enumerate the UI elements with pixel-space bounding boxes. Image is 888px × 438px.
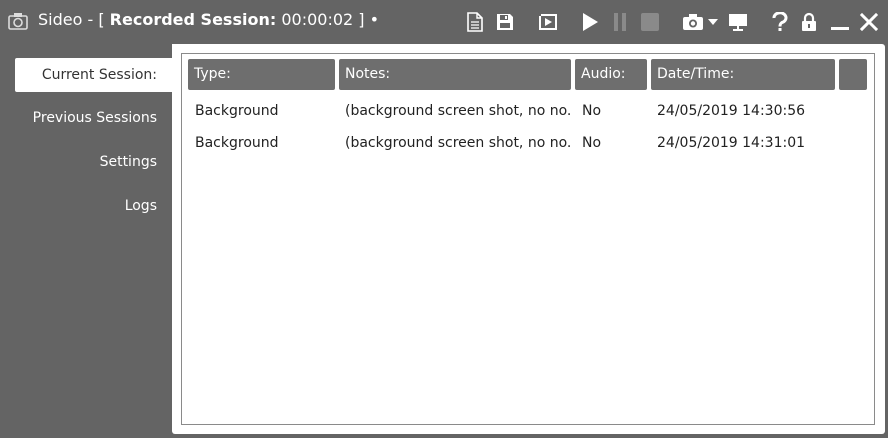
column-header-audio[interactable]: Audio: <box>575 59 647 90</box>
monitor-icon[interactable] <box>727 10 749 34</box>
session-table: Type: Notes: Audio: Date/Time: Backgroun… <box>181 53 875 425</box>
column-header-notes[interactable]: Notes: <box>339 59 571 90</box>
column-header-extra[interactable] <box>839 59 867 90</box>
sidebar-item-logs[interactable]: Logs <box>15 189 172 223</box>
table-row[interactable]: Background (background screen shot, no n… <box>182 127 874 159</box>
dropdown-arrow-icon[interactable] <box>707 10 719 34</box>
cell-datetime: 24/05/2019 14:30:56 <box>657 103 806 119</box>
snapshot-camera-icon[interactable] <box>682 10 704 34</box>
window-title: Sideo - [ Recorded Session: 00:00:02 ] • <box>38 10 379 29</box>
column-header-datetime[interactable]: Date/Time: <box>651 59 835 90</box>
table-row[interactable]: Background (background screen shot, no n… <box>182 95 874 127</box>
video-icon[interactable] <box>537 10 559 34</box>
cell-audio: No <box>582 103 602 119</box>
help-icon[interactable] <box>770 10 790 34</box>
cell-audio: No <box>582 135 602 151</box>
play-icon[interactable] <box>580 10 600 34</box>
app-name: Sideo - [ <box>38 10 105 29</box>
pause-icon[interactable] <box>611 10 629 34</box>
column-header-type[interactable]: Type: <box>188 59 335 90</box>
stop-icon[interactable] <box>639 10 661 34</box>
sidebar: Current Session: Previous Sessions Setti… <box>0 44 172 438</box>
close-icon[interactable] <box>858 10 880 34</box>
cell-datetime: 24/05/2019 14:31:01 <box>657 135 806 151</box>
new-document-icon[interactable] <box>465 10 485 34</box>
cell-type: Background <box>195 135 279 151</box>
sidebar-item-current-session[interactable]: Current Session: <box>15 58 172 92</box>
camera-app-icon <box>8 11 28 31</box>
sidebar-item-previous-sessions[interactable]: Previous Sessions <box>15 101 172 135</box>
minimize-icon[interactable] <box>829 10 851 34</box>
lock-icon[interactable] <box>799 10 819 34</box>
title-suffix: ] • <box>358 10 380 29</box>
session-panel: Type: Notes: Audio: Date/Time: Backgroun… <box>172 44 885 434</box>
sidebar-item-settings[interactable]: Settings <box>15 145 172 179</box>
save-icon[interactable] <box>494 10 516 34</box>
session-label: Recorded Session: <box>109 10 277 29</box>
cell-type: Background <box>195 103 279 119</box>
cell-notes: (background screen shot, no no... <box>345 135 571 151</box>
session-time: 00:00:02 <box>281 10 354 29</box>
title-bar: Sideo - [ Recorded Session: 00:00:02 ] • <box>0 0 888 44</box>
cell-notes: (background screen shot, no no... <box>345 103 571 119</box>
